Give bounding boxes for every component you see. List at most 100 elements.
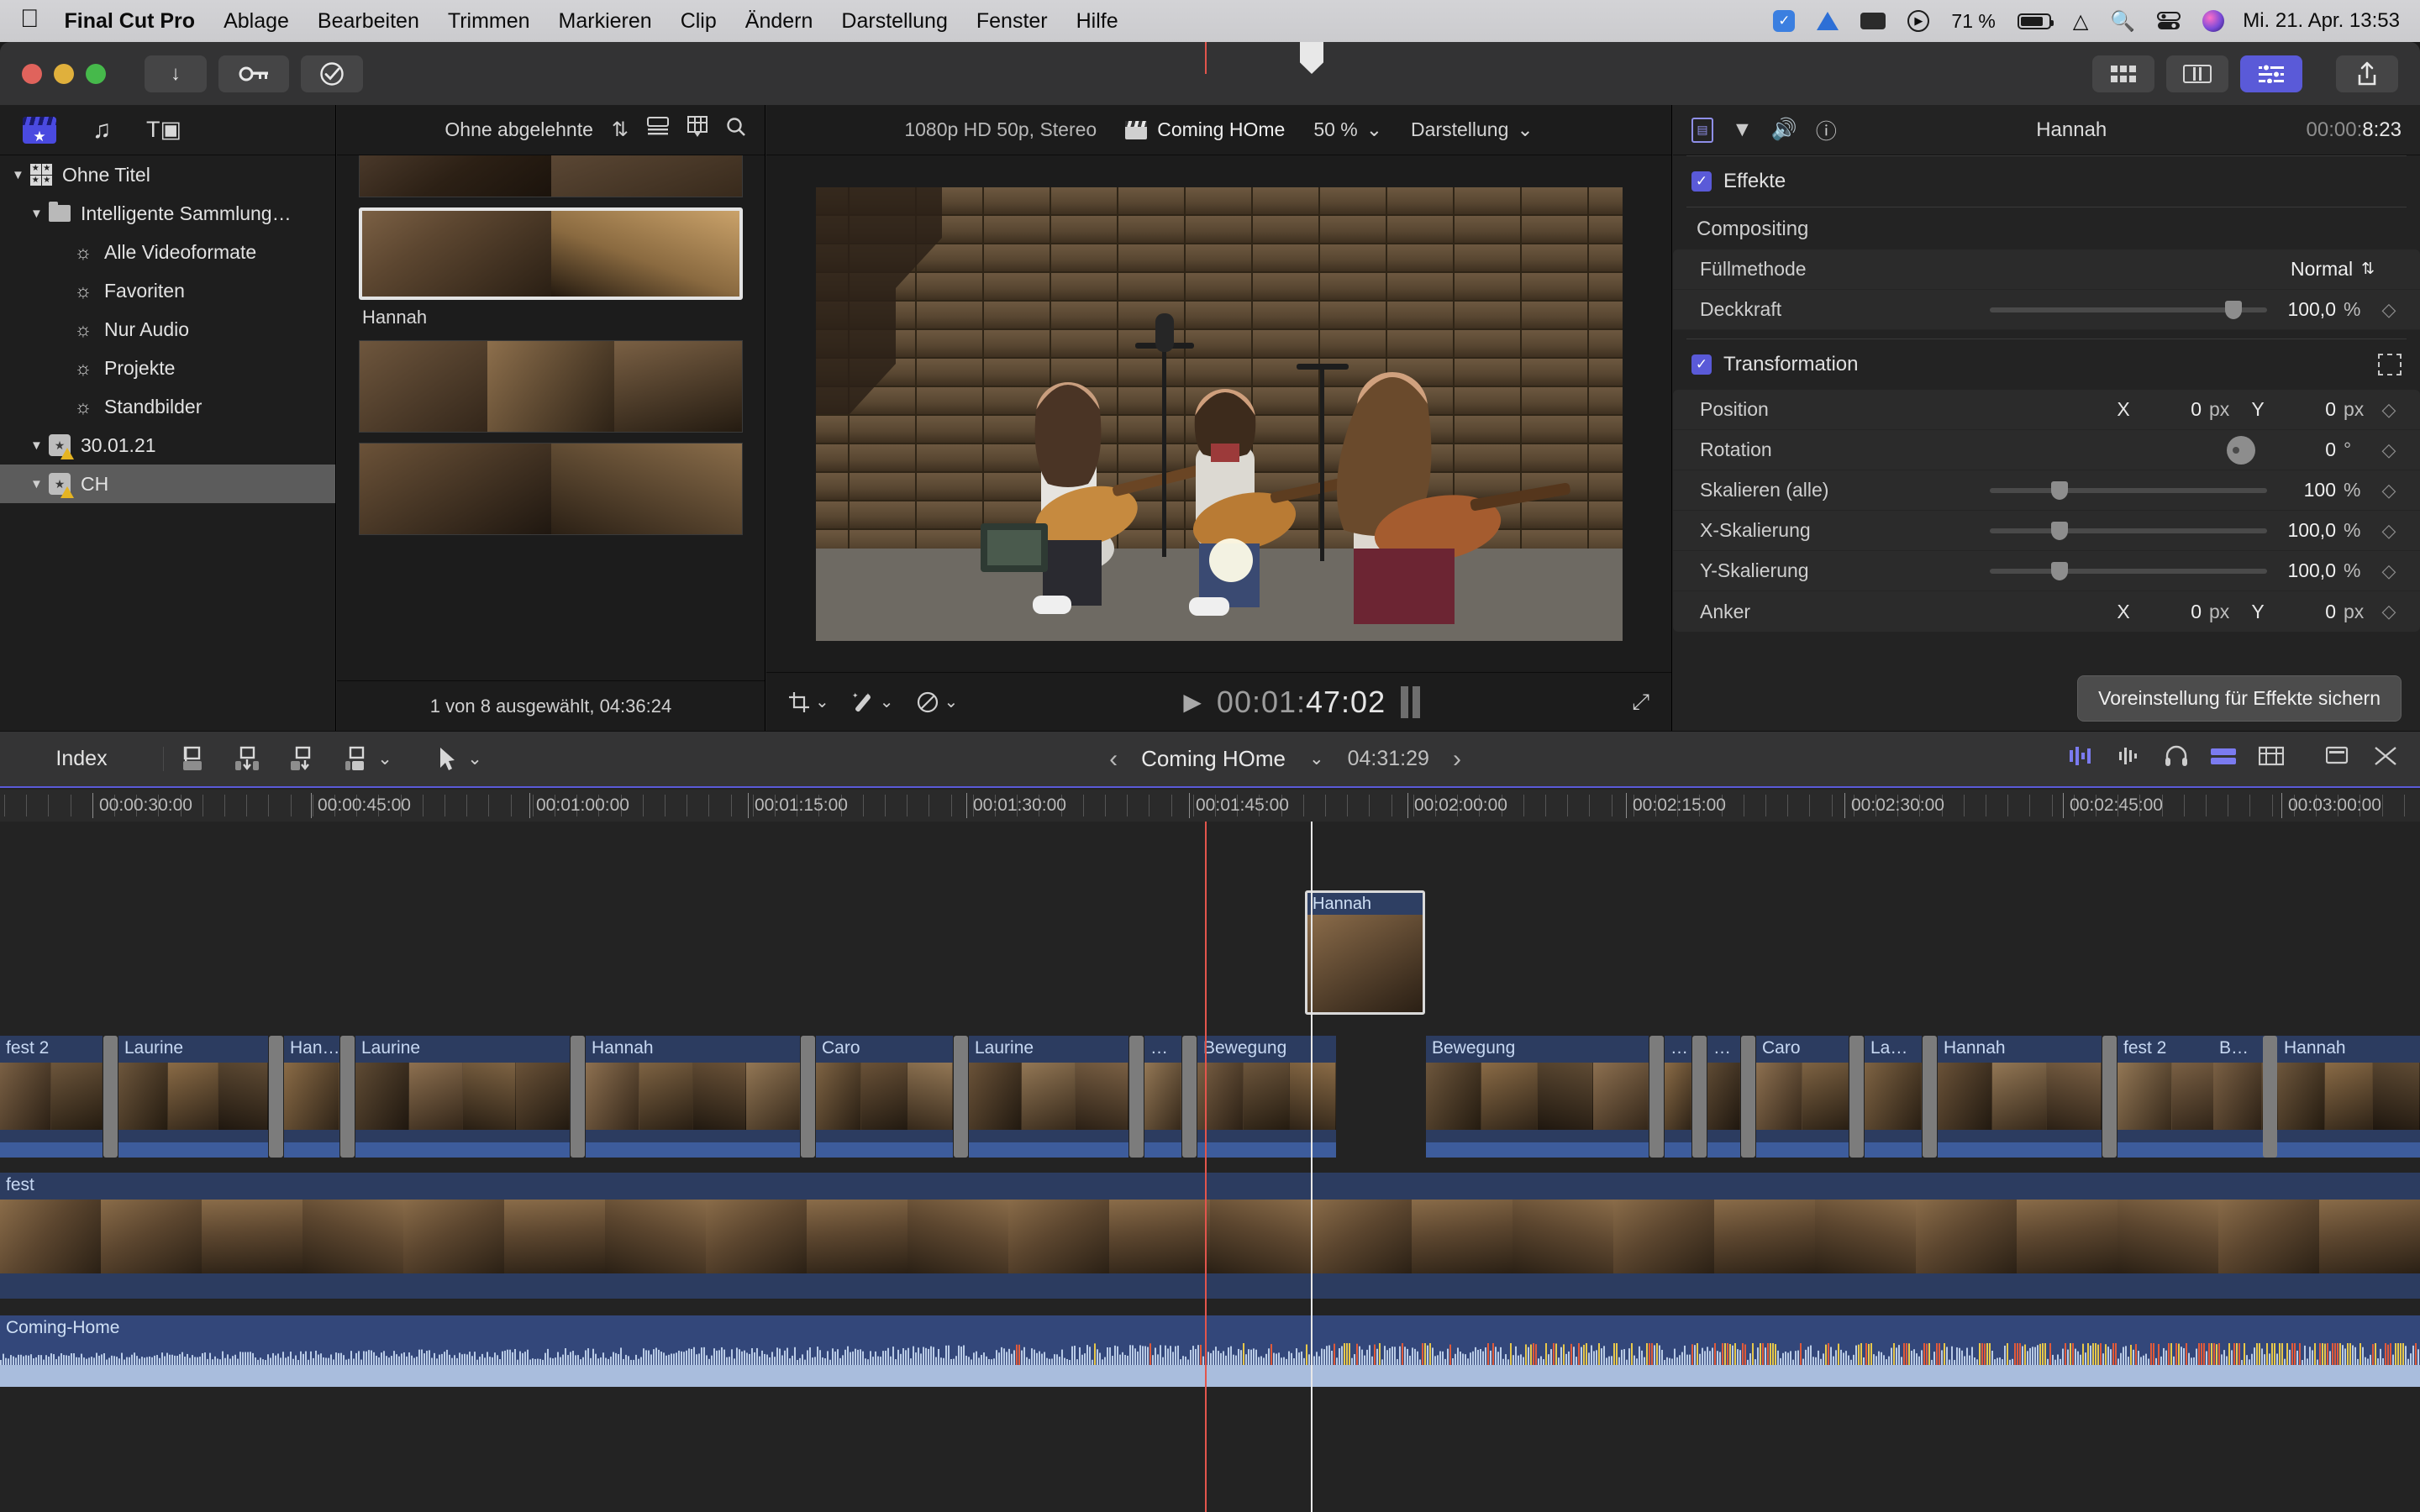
- timeline-index-button[interactable]: Index: [0, 747, 164, 771]
- viewer-timecode[interactable]: 00:01:47:02: [1217, 685, 1386, 720]
- viewer-scrubber[interactable]: [1401, 685, 1421, 718]
- connected-clip-hannah[interactable]: Hannah: [1305, 890, 1425, 1015]
- menu-status-siri-icon[interactable]: [2202, 10, 2225, 32]
- menu-item-aendern[interactable]: Ändern: [745, 9, 813, 34]
- clip-edit-handle[interactable]: [1923, 1036, 1937, 1158]
- sidebar-item-intelligente-sammlungen[interactable]: ▼ Intelligente Sammlung…: [0, 194, 335, 233]
- clip-edit-handle[interactable]: [1129, 1036, 1144, 1158]
- menu-status-control-center-icon[interactable]: [2157, 12, 2181, 30]
- timeline-ruler[interactable]: 00:00:30:00 00:00:45:00 00:01:00:00 00:01:1…: [0, 790, 2420, 822]
- connected-clip-coming-home-audio[interactable]: Coming-Home: [0, 1315, 2420, 1387]
- keyframe-button[interactable]: ◇: [2375, 480, 2403, 501]
- menu-item-final-cut-pro[interactable]: Final Cut Pro: [65, 9, 196, 34]
- scale-x-value[interactable]: 100,0: [2275, 519, 2336, 542]
- browser-clip-item[interactable]: [359, 155, 743, 197]
- timeline-clip[interactable]: Hannah: [1938, 1036, 2102, 1158]
- timeline-clip[interactable]: Han…: [284, 1036, 339, 1158]
- video-inspector-tab[interactable]: ▤: [1691, 117, 1713, 143]
- position-x-value[interactable]: 0: [2141, 398, 2202, 421]
- previous-project-button[interactable]: ‹: [1109, 745, 1118, 774]
- menu-status-play-icon[interactable]: ▶: [1907, 10, 1930, 32]
- connected-clip-fest[interactable]: fest: [0, 1173, 2420, 1299]
- import-media-button[interactable]: ↓: [145, 55, 207, 92]
- browser-clip-list[interactable]: Hannah: [337, 155, 765, 680]
- disclosure-triangle-icon[interactable]: ▼: [30, 477, 49, 491]
- transform-onscreen-controls-icon[interactable]: [2378, 354, 2402, 375]
- row-fuellmethode[interactable]: Füllmethode Normal ⇅: [1673, 249, 2420, 290]
- timeline-clip[interactable]: Laurine: [118, 1036, 268, 1158]
- menu-item-fenster[interactable]: Fenster: [976, 9, 1048, 34]
- minimize-window-button[interactable]: [54, 63, 74, 84]
- scale-all-value[interactable]: 100: [2275, 479, 2336, 501]
- menu-item-ablage[interactable]: Ablage: [224, 9, 289, 34]
- tool-select-button[interactable]: ⌄: [419, 741, 502, 778]
- inspector-toggle-button[interactable]: [2240, 55, 2302, 92]
- browser-clip-item-hannah[interactable]: Hannah: [359, 207, 743, 330]
- connect-button[interactable]: [275, 741, 330, 778]
- clip-edit-handle[interactable]: [340, 1036, 355, 1158]
- timeline-clip[interactable]: Laurine: [969, 1036, 1128, 1158]
- clip-edit-handle[interactable]: [801, 1036, 815, 1158]
- clip-edit-handle[interactable]: [1649, 1036, 1664, 1158]
- keyframe-button[interactable]: ◇: [2375, 399, 2403, 421]
- menu-status-wifi-icon[interactable]: △: [2073, 9, 2088, 34]
- row-skalieren-alle[interactable]: Skalieren (alle) 100 % ◇: [1673, 470, 2420, 511]
- scale-x-slider[interactable]: [1990, 521, 2267, 540]
- keyword-button[interactable]: [218, 55, 289, 92]
- checkbox-icon[interactable]: ✓: [1691, 171, 1712, 192]
- clip-appearance-icon[interactable]: [2258, 745, 2285, 773]
- clip-filmstrip[interactable]: [359, 340, 743, 433]
- row-rotation[interactable]: Rotation 0 ° ◇: [1673, 430, 2420, 470]
- anchor-y-value[interactable]: 0: [2275, 601, 2336, 623]
- keyframe-button[interactable]: ◇: [2375, 299, 2403, 321]
- save-effects-preset-button[interactable]: Voreinstellung für Effekte sichern: [2077, 675, 2402, 722]
- menu-status-tv-icon[interactable]: [1860, 13, 1886, 29]
- library-tab[interactable]: [22, 115, 57, 145]
- timeline-gap[interactable]: [1336, 1036, 1426, 1158]
- browser-clip-item[interactable]: [359, 340, 743, 433]
- zoom-icon[interactable]: [2325, 745, 2351, 773]
- chevron-updown-icon[interactable]: ⇅: [612, 118, 629, 142]
- timeline-clip[interactable]: Bewegung: [1197, 1036, 1336, 1158]
- effects-section-toggle[interactable]: ✓ Effekte: [1673, 156, 2420, 207]
- slider-knob[interactable]: [2050, 561, 2068, 580]
- slider-knob[interactable]: [2050, 521, 2068, 540]
- overwrite-button[interactable]: ⌄: [330, 741, 404, 778]
- audio-inspector-tab[interactable]: 🔊: [1771, 118, 1797, 142]
- headphones-solo-icon[interactable]: [2165, 745, 2188, 773]
- photos-audio-tab[interactable]: ♫: [84, 115, 119, 145]
- clip-edit-handle[interactable]: [1692, 1036, 1707, 1158]
- menubar-clock[interactable]: Mi. 21. Apr. 13:53: [2243, 9, 2400, 33]
- clip-edit-handle[interactable]: [1182, 1036, 1197, 1158]
- titles-generators-tab[interactable]: T▣: [146, 115, 182, 145]
- audio-skimming-icon[interactable]: [2118, 745, 2143, 773]
- browser-filter-label[interactable]: Ohne abgelehnte: [445, 118, 593, 141]
- insert-button[interactable]: [219, 741, 275, 778]
- timeline-clip[interactable]: …: [1707, 1036, 1740, 1158]
- disclosure-triangle-icon[interactable]: ▼: [12, 168, 30, 182]
- scale-all-slider[interactable]: [1990, 480, 2267, 500]
- timeline-canvas[interactable]: Hannah fest 2 Laurine Han… Laurine Hannah Car…: [0, 822, 2420, 1512]
- menu-item-darstellung[interactable]: Darstellung: [841, 9, 947, 34]
- zoom-window-button[interactable]: [86, 63, 106, 84]
- menu-item-clip[interactable]: Clip: [681, 9, 717, 34]
- menu-item-hilfe[interactable]: Hilfe: [1076, 9, 1118, 34]
- slider-knob[interactable]: [2225, 300, 2243, 319]
- opacity-value[interactable]: 100,0: [2275, 298, 2336, 321]
- viewer-project-name[interactable]: Coming HOme: [1125, 118, 1285, 141]
- sidebar-item-projekte[interactable]: ▶ ☼ Projekte: [0, 349, 335, 387]
- append-button[interactable]: [164, 741, 219, 778]
- timeline-clip[interactable]: Caro: [1756, 1036, 1849, 1158]
- timeline-clip[interactable]: Hannah: [586, 1036, 800, 1158]
- browser-clip-item[interactable]: [359, 443, 743, 535]
- clip-filmstrip[interactable]: [359, 207, 743, 300]
- clip-filmstrip[interactable]: [359, 155, 743, 197]
- clip-edit-handle[interactable]: [2102, 1036, 2117, 1158]
- clip-edit-handle[interactable]: [954, 1036, 968, 1158]
- primary-storyline[interactable]: fest 2 Laurine Han… Laurine Hannah Caro Laurin…: [0, 1036, 2420, 1158]
- row-position[interactable]: Position X 0 px Y 0 px ◇: [1673, 390, 2420, 430]
- menu-status-dropbox-icon[interactable]: [1817, 12, 1839, 30]
- rotation-dial[interactable]: [2227, 435, 2255, 465]
- timeline-playhead[interactable]: [1311, 822, 1313, 1512]
- play-icon[interactable]: ▶: [1183, 688, 1202, 716]
